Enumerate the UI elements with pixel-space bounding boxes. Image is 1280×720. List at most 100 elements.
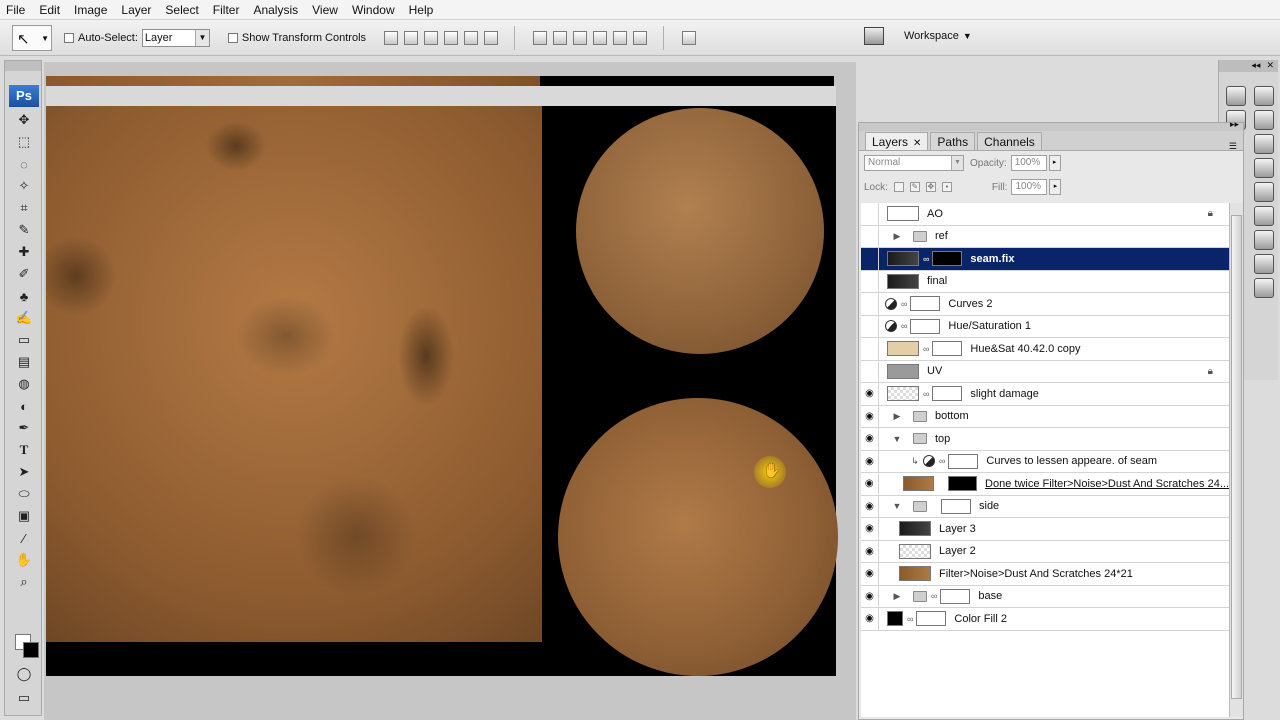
- eye-icon[interactable]: ◉: [861, 405, 879, 427]
- link-icon[interactable]: ∞: [931, 591, 937, 601]
- tab-layers[interactable]: Layers ✕: [865, 132, 929, 150]
- collapse-icon[interactable]: ◂◂: [1251, 60, 1260, 72]
- screen-mode-icon[interactable]: ▭: [13, 689, 35, 707]
- eye-icon[interactable]: ◉: [861, 495, 879, 517]
- scrollbar-thumb[interactable]: [1231, 215, 1242, 699]
- show-transform-option[interactable]: Show Transform Controls: [227, 32, 366, 44]
- layer-group-row[interactable]: ◉ ▶ ∞ base: [861, 585, 1229, 608]
- layer-row[interactable]: ◉ Filter>Noise>Dust And Scratches 24*21: [861, 563, 1229, 586]
- layer-mask-thumbnail[interactable]: [932, 386, 963, 402]
- layer-row[interactable]: ◉ Layer 3: [861, 518, 1229, 541]
- visibility-toggle[interactable]: [861, 270, 879, 292]
- collapse-icon[interactable]: ▸▸: [1230, 119, 1239, 130]
- visibility-toggle[interactable]: [861, 315, 879, 337]
- navigator-panel-icon[interactable]: [1254, 86, 1274, 106]
- layer-mask-thumbnail[interactable]: [947, 476, 978, 492]
- gradient-tool-icon[interactable]: ▤: [13, 353, 35, 371]
- eyedropper-sample-tool-icon[interactable]: ⁄: [13, 529, 35, 547]
- eye-icon[interactable]: ◉: [861, 563, 879, 585]
- link-icon[interactable]: ∞: [923, 254, 929, 264]
- align-bottom-icon[interactable]: [424, 30, 439, 45]
- opacity-field[interactable]: 100%: [1010, 155, 1047, 171]
- layer-mask-thumbnail[interactable]: [932, 251, 963, 267]
- document-image[interactable]: ✋: [46, 106, 838, 676]
- auto-select-dropdown[interactable]: Layer ▼: [141, 28, 210, 47]
- layer-group-row[interactable]: ◉ ▼ top: [861, 428, 1229, 451]
- layer-group-row[interactable]: ◉ ▶ bottom: [861, 405, 1229, 428]
- collapse-triangle-icon[interactable]: ▼: [891, 501, 903, 511]
- shape-tool-icon[interactable]: ⬭: [13, 485, 35, 503]
- tool-preset-picker[interactable]: ↖ ▼: [12, 24, 52, 51]
- layer-mask-thumbnail[interactable]: [910, 318, 941, 334]
- visibility-toggle[interactable]: [861, 293, 879, 315]
- layer-group-row[interactable]: ▶ ref: [861, 225, 1229, 248]
- panel-header[interactable]: ▸▸: [859, 119, 1243, 131]
- styles-panel-icon[interactable]: [1254, 206, 1274, 226]
- layer-mask-thumbnail[interactable]: [916, 611, 947, 627]
- distribute-bottom-icon[interactable]: [573, 30, 588, 45]
- link-icon[interactable]: ∞: [901, 321, 907, 331]
- layer-mask-thumbnail[interactable]: [910, 296, 941, 312]
- distribute-right-icon[interactable]: [633, 30, 648, 45]
- distribute-hcenter-icon[interactable]: [613, 30, 628, 45]
- zoom-tool-icon[interactable]: ⌕: [13, 573, 35, 591]
- workspace-switcher[interactable]: Workspace ▼: [864, 27, 972, 45]
- marquee-tool-icon[interactable]: ⬚: [13, 133, 35, 151]
- color-swatches[interactable]: [15, 634, 41, 662]
- type-tool-icon[interactable]: T: [13, 441, 35, 459]
- menu-select[interactable]: Select: [159, 0, 206, 20]
- menu-view[interactable]: View: [306, 0, 346, 20]
- menu-filter[interactable]: Filter: [207, 0, 248, 20]
- color-panel-icon[interactable]: [1254, 158, 1274, 178]
- layer-row[interactable]: ◉ ∞ Color Fill 2: [861, 608, 1229, 631]
- align-left-icon[interactable]: [444, 30, 459, 45]
- lasso-tool-icon[interactable]: ◌: [13, 155, 35, 173]
- adjustments-panel-icon[interactable]: [1254, 230, 1274, 250]
- align-top-icon[interactable]: [384, 30, 399, 45]
- link-icon[interactable]: ∞: [939, 456, 945, 466]
- visibility-toggle[interactable]: [861, 360, 879, 382]
- info-panel-icon[interactable]: [1254, 134, 1274, 154]
- adjustment-layer-row[interactable]: ∞ Hue/Saturation 1: [861, 315, 1229, 338]
- history-panel-icon[interactable]: [1226, 86, 1246, 106]
- eye-icon[interactable]: ◉: [861, 540, 879, 562]
- auto-align-layers-icon[interactable]: [682, 30, 697, 45]
- expand-triangle-icon[interactable]: ▶: [891, 411, 903, 422]
- opacity-slider-arrow-icon[interactable]: ▸: [1048, 155, 1061, 171]
- notes-tool-icon[interactable]: ▣: [13, 507, 35, 525]
- auto-select-option[interactable]: Auto-Select: Layer ▼: [64, 28, 210, 47]
- foreground-color-swatch[interactable]: [23, 642, 39, 658]
- move-tool-icon[interactable]: ✥: [13, 111, 35, 129]
- menu-window[interactable]: Window: [346, 0, 403, 20]
- history-brush-tool-icon[interactable]: ✍: [13, 309, 35, 327]
- adjustment-layer-row[interactable]: ∞ Curves 2: [861, 293, 1229, 316]
- auto-select-checkbox[interactable]: [64, 32, 74, 43]
- adjustment-layer-row[interactable]: ◉ ↳ ∞ Curves to lessen appeare. of seam: [861, 450, 1229, 473]
- layer-group-row[interactable]: ◉ ▼ side: [861, 495, 1229, 518]
- expand-triangle-icon[interactable]: ▶: [891, 231, 903, 242]
- healing-brush-tool-icon[interactable]: ✚: [13, 243, 35, 261]
- eye-icon[interactable]: ◉: [861, 428, 879, 450]
- lock-pixels-icon[interactable]: ✎: [909, 182, 920, 192]
- menu-help[interactable]: Help: [403, 0, 442, 20]
- 3d-panel-icon[interactable]: [1254, 278, 1274, 298]
- layer-row[interactable]: UV 🔒︎: [861, 360, 1229, 383]
- eye-icon[interactable]: ◉: [861, 518, 879, 540]
- tab-paths[interactable]: Paths: [930, 132, 976, 150]
- menu-image[interactable]: Image: [68, 0, 115, 20]
- crop-tool-icon[interactable]: ⌗: [13, 199, 35, 217]
- panel-menu-icon[interactable]: ☰: [1229, 141, 1237, 152]
- eyedropper-tool-icon[interactable]: ✎: [13, 221, 35, 239]
- quick-mask-icon[interactable]: ◯: [13, 665, 35, 683]
- dodge-tool-icon[interactable]: ◐: [13, 397, 35, 415]
- magic-wand-tool-icon[interactable]: ✧: [13, 177, 35, 195]
- layer-row[interactable]: ◉ Done twice Filter>Noise>Dust And Scrat…: [861, 473, 1229, 496]
- layer-row[interactable]: ◉ ∞ slight damage: [861, 383, 1229, 406]
- blur-tool-icon[interactable]: ◍: [13, 375, 35, 393]
- visibility-toggle[interactable]: [861, 248, 879, 270]
- visibility-toggle[interactable]: [861, 225, 879, 247]
- panel-grip[interactable]: [5, 61, 41, 71]
- masks-panel-icon[interactable]: [1254, 254, 1274, 274]
- tab-channels[interactable]: Channels: [977, 132, 1042, 150]
- path-selection-tool-icon[interactable]: ➤: [13, 463, 35, 481]
